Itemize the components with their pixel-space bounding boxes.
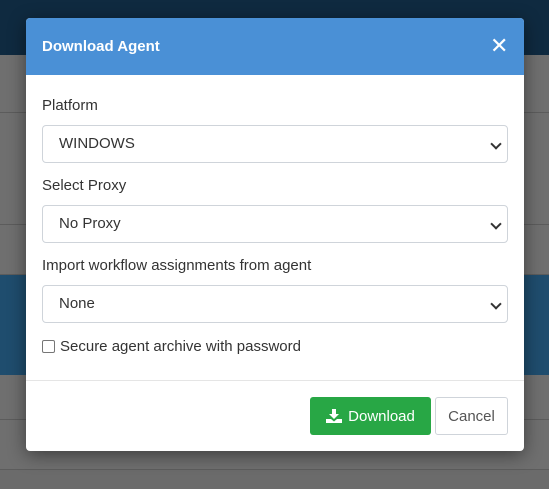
modal-title: Download Agent bbox=[42, 38, 160, 55]
workflow-select-wrap: None bbox=[42, 285, 508, 323]
proxy-select[interactable]: No Proxy bbox=[42, 205, 508, 243]
download-button[interactable]: Download bbox=[310, 397, 431, 435]
platform-label: Platform bbox=[42, 97, 98, 114]
secure-archive-label[interactable]: Secure agent archive with password bbox=[60, 338, 301, 355]
proxy-select-value: No Proxy bbox=[59, 215, 121, 232]
workflow-select-value: None bbox=[59, 295, 95, 312]
chevron-down-icon bbox=[490, 298, 502, 310]
download-button-label: Download bbox=[348, 407, 415, 425]
secure-archive-row: Secure agent archive with password bbox=[42, 336, 508, 356]
modal-header: Download Agent ✕ bbox=[26, 18, 524, 75]
platform-select[interactable]: WINDOWS bbox=[42, 125, 508, 163]
workflow-label: Import workflow assignments from agent bbox=[42, 257, 312, 274]
download-agent-modal: Download Agent ✕ Platform WINDOWS Select… bbox=[26, 18, 524, 451]
modal-body: Platform WINDOWS Select Proxy No Proxy I… bbox=[26, 75, 524, 356]
cancel-button[interactable]: Cancel bbox=[435, 397, 508, 435]
platform-select-wrap: WINDOWS bbox=[42, 125, 508, 163]
chevron-down-icon bbox=[490, 218, 502, 230]
platform-select-value: WINDOWS bbox=[59, 135, 135, 152]
proxy-select-wrap: No Proxy bbox=[42, 205, 508, 243]
footer-divider bbox=[26, 380, 524, 381]
proxy-label: Select Proxy bbox=[42, 177, 127, 194]
close-icon[interactable]: ✕ bbox=[490, 35, 508, 57]
chevron-down-icon bbox=[490, 138, 502, 150]
secure-archive-checkbox[interactable] bbox=[42, 339, 55, 353]
workflow-select[interactable]: None bbox=[42, 285, 508, 323]
cancel-button-label: Cancel bbox=[448, 407, 495, 425]
modal-footer: Download Cancel bbox=[310, 397, 508, 435]
download-icon bbox=[326, 409, 343, 423]
